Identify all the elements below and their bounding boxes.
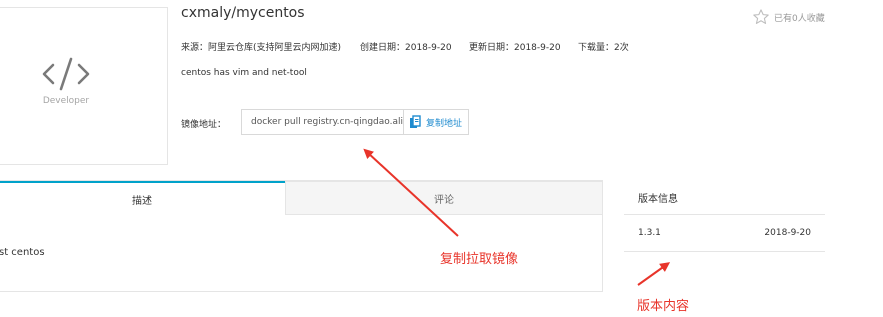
- version-info-title: 版本信息: [624, 185, 825, 215]
- annotation-version-content: 版本内容: [637, 299, 690, 314]
- repo-title: cxmaly/mycentos: [181, 5, 305, 21]
- repo-updated-date: 更新日期：2018-9-20: [469, 43, 561, 53]
- star-outline-icon: [753, 9, 769, 24]
- logo-label: Developer: [42, 96, 90, 106]
- version-row[interactable]: 1.3.1 2018-9-20: [624, 215, 825, 252]
- tab-description[interactable]: 描述: [0, 181, 285, 215]
- repo-source: 来源：阿里云仓库(支持阿里云内网加速): [181, 43, 342, 53]
- code-slash-icon: [42, 57, 90, 91]
- version-info-panel: 版本信息 1.3.1 2018-9-20: [624, 185, 825, 252]
- image-address-label: 镜像地址：: [181, 120, 227, 130]
- tab-content-text: st centos: [0, 247, 45, 258]
- tab-bar: 描述 评论: [0, 181, 602, 215]
- tab-comments[interactable]: 评论: [285, 181, 602, 215]
- annotation-arrow-version: [637, 262, 671, 286]
- image-address-field[interactable]: docker pull registry.cn-qingdao.aliy...: [241, 109, 404, 135]
- copy-address-button[interactable]: 复制地址: [403, 109, 469, 135]
- favorite-button[interactable]: 已有0人收藏: [752, 8, 825, 26]
- favorite-count-label: 已有0人收藏: [774, 13, 825, 24]
- copy-icon: [410, 115, 421, 128]
- copy-address-label: 复制地址: [426, 118, 463, 129]
- repo-created-date: 创建日期：2018-9-20: [360, 43, 452, 53]
- repo-logo: Developer: [0, 7, 168, 165]
- annotation-copy-pull-image: 复制拉取镜像: [440, 252, 519, 267]
- repo-description: centos has vim and net-tool: [181, 68, 307, 78]
- version-tag: 1.3.1: [638, 228, 661, 238]
- detail-tabs-panel: 描述 评论 st centos: [0, 180, 603, 292]
- repo-download-count: 下载量：2次: [578, 43, 629, 53]
- version-date: 2018-9-20: [764, 228, 811, 238]
